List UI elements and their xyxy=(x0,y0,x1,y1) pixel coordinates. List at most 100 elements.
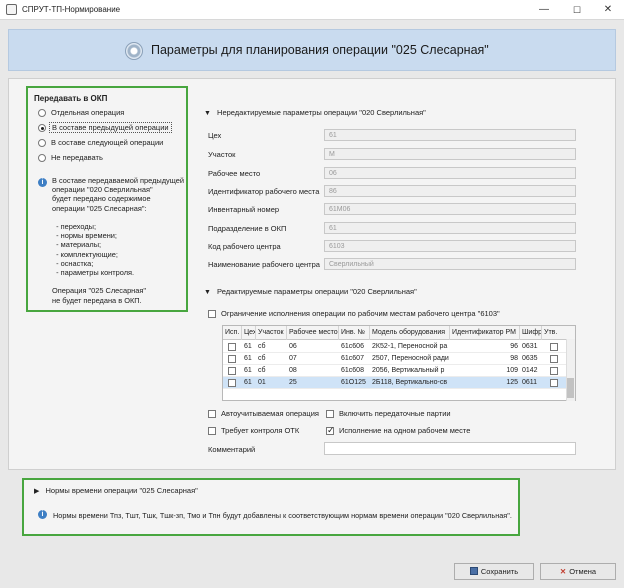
radio-separate-operation[interactable] xyxy=(38,109,46,117)
column-header[interactable]: Исп. xyxy=(223,326,242,340)
cancel-button-label: Отмена xyxy=(569,567,597,576)
restrict-checkbox[interactable] xyxy=(208,310,216,318)
comment-label: Комментарий xyxy=(208,445,256,454)
cell-shop: 61 xyxy=(244,367,252,374)
cell-place: 06 xyxy=(289,343,297,350)
cell-shop: 61 xyxy=(244,343,252,350)
comment-input[interactable] xyxy=(324,442,576,455)
cell-id: 125 xyxy=(506,379,518,386)
otk-control-checkbox[interactable] xyxy=(208,427,216,435)
column-header[interactable]: Идентификатор РМ xyxy=(450,326,520,340)
column-header[interactable]: Модель оборудования xyxy=(370,326,450,340)
field-label-inventory: Инвентарный номер xyxy=(208,205,280,214)
cell-shop: 61 xyxy=(244,355,252,362)
cell-area: сб xyxy=(258,355,266,362)
cancel-icon: ✕ xyxy=(559,567,567,576)
row-use-checkbox[interactable] xyxy=(228,354,236,363)
row-approved-checkbox[interactable] xyxy=(550,366,558,375)
table-scroll-thumb[interactable] xyxy=(567,378,574,398)
cell-inv: 61с606 xyxy=(341,343,364,350)
field-label-wc-name: Наименование рабочего центра xyxy=(208,260,320,269)
table-row[interactable]: 61 сб 08 61с608 2056, Вертикальный р 109… xyxy=(223,365,575,377)
transfer-group-title: Передавать в ОКП xyxy=(34,94,108,103)
chevron-down-icon: ▼ xyxy=(204,110,211,117)
maximize-button[interactable]: ☐ xyxy=(561,0,593,20)
cell-place: 25 xyxy=(289,379,297,386)
row-approved-checkbox[interactable] xyxy=(550,378,558,387)
restrict-checkbox-label[interactable]: Ограничение исполнения операции по рабоч… xyxy=(221,309,500,318)
radio-previous-operation[interactable] xyxy=(38,124,46,132)
norms-section-title: Нормы времени операции "025 Слесарная" xyxy=(45,486,198,495)
row-approved-checkbox[interactable] xyxy=(550,354,558,363)
info-icon: i xyxy=(38,510,47,519)
cell-code: 0635 xyxy=(522,355,538,362)
app-icon xyxy=(6,4,17,15)
close-button[interactable]: ✕ xyxy=(592,0,624,20)
norms-info-text: Нормы времени Тпз, Тшт, Тшк, Тшк-зп, Тмо… xyxy=(53,511,512,520)
readonly-section-header[interactable]: ▼ Нередактируемые параметры операции "02… xyxy=(204,108,426,117)
radio-previous-operation-label[interactable]: В составе предыдущей операции xyxy=(49,122,172,133)
cell-place: 08 xyxy=(289,367,297,374)
cell-inv: 61с607 xyxy=(341,355,364,362)
field-area: М xyxy=(324,148,576,160)
column-header[interactable]: Участок xyxy=(256,326,287,340)
include-batches-label[interactable]: Включить передаточные партии xyxy=(339,409,451,418)
column-header[interactable]: Рабочее место xyxy=(287,326,339,340)
cell-id: 98 xyxy=(510,355,518,362)
cell-area: сб xyxy=(258,367,266,374)
radio-do-not-transfer-label[interactable]: Не передавать xyxy=(51,153,103,162)
table-row-selected[interactable]: 61 01 25 61О125 2Б118, Вертикально-св 12… xyxy=(223,377,575,389)
workplaces-table[interactable]: Исп. Цех Участок Рабочее место Инв. № Мо… xyxy=(222,325,576,401)
field-label-workplace-id: Идентификатор рабочего места xyxy=(208,187,320,196)
field-workplace-id: 86 xyxy=(324,185,576,197)
radio-next-operation[interactable] xyxy=(38,139,46,147)
minimize-button[interactable]: — xyxy=(528,0,560,20)
editable-section-header[interactable]: ▼ Редактируемые параметры операции "020 … xyxy=(204,287,417,296)
cell-model: 2507, Переносной ради xyxy=(372,355,449,362)
norms-section-header[interactable]: ▶ Нормы времени операции "025 Слесарная" xyxy=(34,486,198,495)
cell-code: 0631 xyxy=(522,343,538,350)
field-label-shop: Цех xyxy=(208,131,222,140)
field-shop: 61 xyxy=(324,129,576,141)
row-use-checkbox[interactable] xyxy=(228,342,236,351)
editable-section-title: Редактируемые параметры операции "020 Св… xyxy=(217,287,417,296)
cell-id: 96 xyxy=(510,343,518,350)
single-workplace-label[interactable]: Исполнение на одном рабочем месте xyxy=(339,426,470,435)
cell-inv: 61с608 xyxy=(341,367,364,374)
column-header[interactable]: Шифр xyxy=(520,326,542,340)
save-icon xyxy=(469,567,478,575)
field-inventory: 61М06 xyxy=(324,203,576,215)
cell-inv: 61О125 xyxy=(341,379,366,386)
field-workplace: 06 xyxy=(324,167,576,179)
cell-shop: 61 xyxy=(244,379,252,386)
row-use-checkbox[interactable] xyxy=(228,378,236,387)
cell-model: 2Б118, Вертикально-св xyxy=(372,379,448,386)
column-header[interactable]: Цех xyxy=(242,326,256,340)
transfer-info-text: В составе передаваемой предыдущей операц… xyxy=(52,176,184,305)
cell-area: 01 xyxy=(258,379,266,386)
field-okp-division: 61 xyxy=(324,222,576,234)
auto-operation-label[interactable]: Автоучитываемая операция xyxy=(221,409,319,418)
auto-operation-checkbox[interactable] xyxy=(208,410,216,418)
table-row[interactable]: 61 сб 06 61с606 2К52-1, Переносной ра 96… xyxy=(223,341,575,353)
column-header[interactable]: Инв. № xyxy=(339,326,370,340)
cancel-button[interactable]: ✕ Отмена xyxy=(540,563,616,580)
radio-do-not-transfer[interactable] xyxy=(38,154,46,162)
table-header: Исп. Цех Участок Рабочее место Инв. № Мо… xyxy=(223,326,575,340)
save-button[interactable]: Сохранить xyxy=(454,563,534,580)
title-bar: СПРУТ-ТП-Нормирование — ☐ ✕ xyxy=(0,0,624,20)
chevron-right-icon: ▶ xyxy=(34,488,40,495)
row-approved-checkbox[interactable] xyxy=(550,342,558,351)
include-batches-checkbox[interactable] xyxy=(326,410,334,418)
table-row[interactable]: 61 сб 07 61с607 2507, Переносной ради 98… xyxy=(223,353,575,365)
otk-control-label[interactable]: Требует контроля ОТК xyxy=(221,426,299,435)
radio-separate-operation-label[interactable]: Отдельная операция xyxy=(51,108,124,117)
save-button-label: Сохранить xyxy=(480,567,519,576)
single-workplace-checkbox[interactable] xyxy=(326,425,335,436)
cell-model: 2К52-1, Переносной ра xyxy=(372,343,448,350)
field-label-workplace: Рабочее место xyxy=(208,169,261,178)
chevron-down-icon: ▼ xyxy=(204,289,211,296)
radio-next-operation-label[interactable]: В составе следующей операции xyxy=(51,138,163,147)
row-use-checkbox[interactable] xyxy=(228,366,236,375)
column-header[interactable]: Утв. xyxy=(542,326,575,340)
